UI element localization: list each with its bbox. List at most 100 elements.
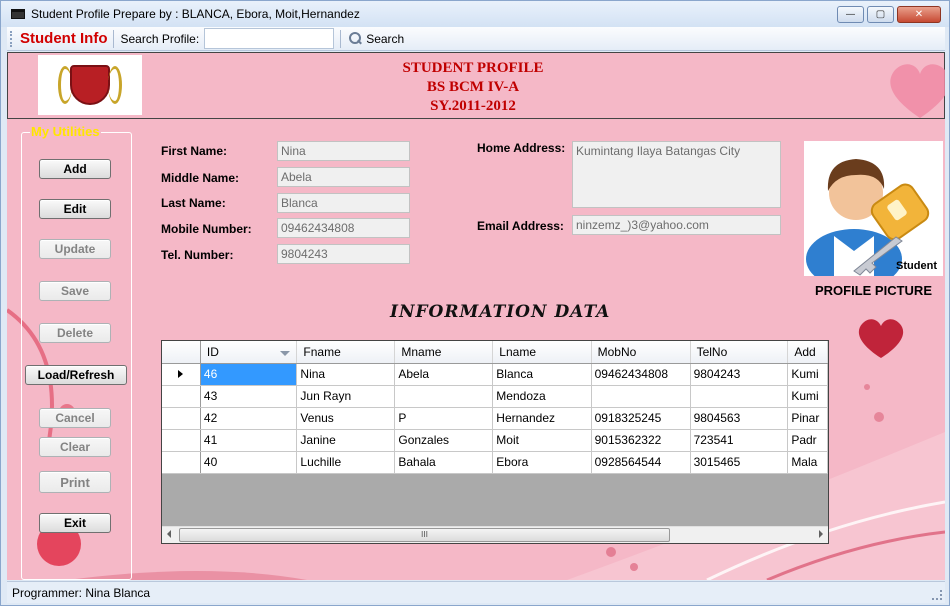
table-row[interactable]: 43 Jun Rayn Mendoza Kumi xyxy=(162,385,828,408)
table-cell[interactable]: 42 xyxy=(200,407,298,430)
delete-button[interactable]: Delete xyxy=(39,323,111,343)
row-header[interactable] xyxy=(162,363,201,386)
student-data-grid[interactable]: ID Fname Mname Lname MobNo TelNo Add 46 … xyxy=(161,340,829,544)
table-row[interactable]: 46 Nina Abela Blanca 09462434808 9804243… xyxy=(162,363,828,386)
print-button[interactable]: Print xyxy=(39,471,111,493)
column-header-id[interactable]: ID xyxy=(200,341,298,364)
table-cell[interactable]: 40 xyxy=(200,451,298,474)
table-cell[interactable]: 723541 xyxy=(690,429,789,452)
table-cell[interactable]: Padr xyxy=(787,429,828,452)
table-cell[interactable]: Gonzales xyxy=(394,429,494,452)
column-header-lname[interactable]: Lname xyxy=(492,341,592,364)
table-cell[interactable]: Hernandez xyxy=(492,407,592,430)
student-image-label: Student xyxy=(896,260,937,272)
table-cell[interactable]: P xyxy=(394,407,494,430)
profile-picture-caption: PROFILE PICTURE xyxy=(814,283,932,298)
window-title: Student Profile Prepare by : BLANCA, Ebo… xyxy=(31,7,360,21)
mobile-number-label: Mobile Number: xyxy=(161,222,252,236)
table-cell[interactable]: 46 xyxy=(200,363,298,386)
table-cell[interactable]: Pinar xyxy=(787,407,828,430)
toolbar-separator xyxy=(340,29,342,48)
information-data-title: INFORMATION DATA xyxy=(390,302,611,322)
profile-picture[interactable]: Student xyxy=(804,141,943,289)
table-cell[interactable]: Nina xyxy=(296,363,396,386)
table-row[interactable]: 41 Janine Gonzales Moit 9015362322 72354… xyxy=(162,429,828,452)
maximize-button[interactable]: ▢ xyxy=(867,6,894,23)
table-cell[interactable]: 0928564544 xyxy=(591,451,691,474)
table-cell[interactable]: Blanca xyxy=(492,363,592,386)
table-cell[interactable] xyxy=(690,385,789,408)
table-cell[interactable]: Ebora xyxy=(492,451,592,474)
table-cell[interactable]: 9804563 xyxy=(690,407,789,430)
table-cell[interactable]: Kumi xyxy=(787,385,828,408)
table-cell[interactable]: 9804243 xyxy=(690,363,789,386)
row-header[interactable] xyxy=(162,429,201,452)
table-cell[interactable]: 3015465 xyxy=(690,451,789,474)
table-cell[interactable]: Luchille xyxy=(296,451,396,474)
column-header-fname[interactable]: Fname xyxy=(296,341,396,364)
update-button[interactable]: Update xyxy=(39,239,111,259)
email-address-field[interactable]: ninzemz_)3@yahoo.com xyxy=(572,215,781,235)
table-cell[interactable] xyxy=(394,385,494,408)
table-cell[interactable]: Mendoza xyxy=(492,385,592,408)
table-cell[interactable] xyxy=(591,385,691,408)
middle-name-field[interactable]: Abela xyxy=(277,167,410,187)
resize-grip-icon[interactable] xyxy=(932,590,942,600)
heart-icon xyxy=(890,64,945,118)
search-profile-input[interactable] xyxy=(204,28,335,49)
tel-number-label: Tel. Number: xyxy=(161,248,234,262)
mobile-number-field[interactable]: 09462434808 xyxy=(277,218,410,238)
column-header-mobno[interactable]: MobNo xyxy=(591,341,691,364)
first-name-field[interactable]: Nina xyxy=(277,141,410,161)
table-cell[interactable]: 9015362322 xyxy=(591,429,691,452)
search-button[interactable]: Search xyxy=(349,32,404,46)
row-header[interactable] xyxy=(162,451,201,474)
add-button[interactable]: Add xyxy=(39,159,111,179)
table-cell[interactable]: 43 xyxy=(200,385,298,408)
toolbar: Student Info Search Profile: Search xyxy=(7,27,945,51)
header-line-3: SY.2011-2012 xyxy=(430,98,516,114)
home-address-field[interactable]: Kumintang Ilaya Batangas City xyxy=(572,141,781,208)
column-header-telno[interactable]: TelNo xyxy=(690,341,789,364)
heart-icon xyxy=(858,319,904,358)
main-panel: STUDENT PROFILE BS BCM IV-A SY.2011-2012… xyxy=(7,52,945,580)
table-cell[interactable]: Mala xyxy=(787,451,828,474)
close-button[interactable]: ✕ xyxy=(897,6,941,23)
row-header[interactable] xyxy=(162,407,201,430)
cancel-button[interactable]: Cancel xyxy=(39,408,111,428)
header-line-1: STUDENT PROFILE xyxy=(402,60,544,76)
toolbar-grip[interactable] xyxy=(10,30,14,47)
status-text: Programmer: Nina Blanca xyxy=(12,585,151,600)
clear-button[interactable]: Clear xyxy=(39,437,111,457)
grid-corner-header[interactable] xyxy=(162,341,201,364)
scroll-left-icon[interactable] xyxy=(167,530,171,538)
save-button[interactable]: Save xyxy=(39,281,111,301)
row-header[interactable] xyxy=(162,385,201,408)
last-name-field[interactable]: Blanca xyxy=(277,193,410,213)
minimize-button[interactable]: — xyxy=(837,6,864,23)
table-row[interactable]: 42 Venus P Hernandez 0918325245 9804563 … xyxy=(162,407,828,430)
table-cell[interactable]: 09462434808 xyxy=(591,363,691,386)
table-cell[interactable]: Moit xyxy=(492,429,592,452)
column-header-add[interactable]: Add xyxy=(787,341,828,364)
column-header-mname[interactable]: Mname xyxy=(394,341,494,364)
table-cell[interactable]: Janine xyxy=(296,429,396,452)
table-cell[interactable]: Venus xyxy=(296,407,396,430)
table-cell[interactable]: Bahala xyxy=(394,451,494,474)
table-cell[interactable]: 41 xyxy=(200,429,298,452)
table-cell[interactable]: Abela xyxy=(394,363,494,386)
table-cell[interactable]: 0918325245 xyxy=(591,407,691,430)
table-row[interactable]: 40 Luchille Bahala Ebora 0928564544 3015… xyxy=(162,451,828,474)
scrollbar-thumb[interactable]: III xyxy=(179,528,670,542)
table-cell[interactable]: Jun Rayn xyxy=(296,385,396,408)
scroll-right-icon[interactable] xyxy=(819,530,823,538)
tel-number-field[interactable]: 9804243 xyxy=(277,244,410,264)
load-refresh-button[interactable]: Load/Refresh xyxy=(25,365,127,385)
grid-header-row: ID Fname Mname Lname MobNo TelNo Add xyxy=(162,341,828,364)
edit-button[interactable]: Edit xyxy=(39,199,111,219)
table-cell[interactable]: Kumi xyxy=(787,363,828,386)
exit-button[interactable]: Exit xyxy=(39,513,111,533)
app-icon xyxy=(11,9,25,19)
horizontal-scrollbar[interactable]: III xyxy=(162,526,828,543)
grid-table: ID Fname Mname Lname MobNo TelNo Add 46 … xyxy=(162,341,828,474)
